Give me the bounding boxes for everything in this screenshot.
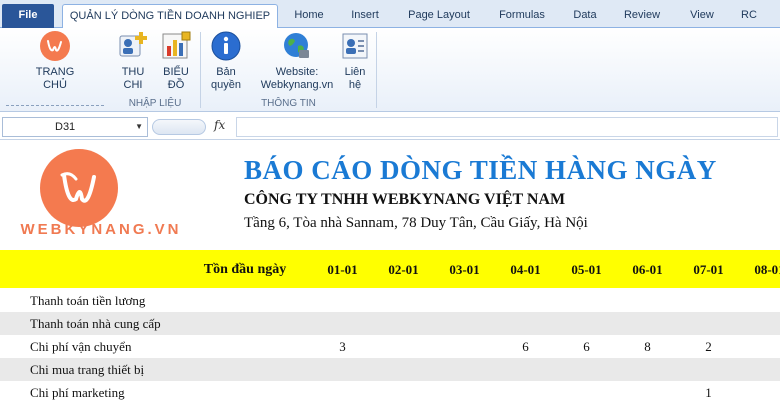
tab-data[interactable]: Data	[566, 4, 604, 28]
globe-icon	[281, 30, 313, 62]
table-cell[interactable]: 3	[312, 335, 373, 359]
bieu-do-button[interactable]: BIỂU ĐỒ	[156, 30, 196, 92]
date-header-2[interactable]: 02-01	[373, 250, 434, 288]
table-row: Chi phí marketing 1	[0, 381, 780, 404]
tab-formulas[interactable]: Formulas	[491, 4, 553, 28]
tab-rc[interactable]: RC	[734, 4, 764, 28]
ribbon-group-thong-tin: Bản quyền Website: Webkynang.vn Liên hệ …	[201, 28, 376, 112]
table-header-row: Tồn đầu ngày 01-01 02-01 03-01 04-01 05-01 06…	[0, 250, 780, 288]
tab-cashflow-management[interactable]: QUẢN LÝ DÒNG TIỀN DOANH NGHIEP	[62, 4, 278, 29]
insert-function-icon[interactable]: fx	[214, 118, 225, 132]
tab-review[interactable]: Review	[617, 4, 667, 28]
add-user-icon	[117, 30, 149, 62]
ribbon-group-home: TRANG CHỦ	[0, 28, 110, 112]
date-header-4[interactable]: 04-01	[495, 250, 556, 288]
worksheet[interactable]: WEBKYNANG.VN BÁO CÁO DÒNG TIỀN HÀNG NGÀY…	[0, 141, 780, 404]
group-dashed-divider	[6, 105, 104, 106]
report-title: BÁO CÁO DÒNG TIỀN HÀNG NGÀY	[244, 155, 717, 185]
date-header-8[interactable]: 08-01	[739, 250, 780, 288]
ribbon-group-nhap-lieu: THU CHI BIỂU ĐỒ NHẬP LIỆU	[110, 28, 200, 112]
info-icon	[210, 30, 242, 62]
logo-text: WEBKYNANG.VN	[20, 221, 182, 238]
website-button[interactable]: Website: Webkynang.vn	[257, 30, 337, 92]
name-box[interactable]: D31 ▼	[2, 117, 148, 137]
ban-quyen-button[interactable]: Bản quyền	[207, 30, 245, 92]
chart-icon	[160, 30, 192, 62]
row-label[interactable]: Thanh toán tiền lương	[30, 289, 145, 313]
lien-he-button[interactable]: Liên hệ	[337, 30, 373, 92]
ribbon-tab-bar: File QUẢN LÝ DÒNG TIỀN DOANH NGHIEP Home…	[0, 0, 780, 29]
tab-file[interactable]: File	[2, 4, 54, 28]
chevron-down-icon[interactable]: ▼	[135, 118, 143, 136]
webkynang-logo	[40, 149, 118, 227]
date-header-3[interactable]: 03-01	[434, 250, 495, 288]
table-cell[interactable]: 6	[556, 335, 617, 359]
date-header-6[interactable]: 06-01	[617, 250, 678, 288]
formula-input[interactable]	[236, 117, 778, 137]
company-address: Tầng 6, Tòa nhà Sannam, 78 Duy Tân, Cầu …	[244, 215, 588, 231]
logo-mark-icon	[60, 172, 96, 203]
row-label[interactable]: Chi phí vận chuyển	[30, 335, 131, 359]
table-cell[interactable]: 2	[678, 335, 739, 359]
table-cell[interactable]: 8	[617, 335, 678, 359]
thu-chi-button[interactable]: THU CHI	[114, 30, 152, 92]
table-row: Chi phí vận chuyển 3 6 6 8 2	[0, 335, 780, 358]
tab-view[interactable]: View	[683, 4, 721, 28]
table-row: Thanh toán tiền lương	[0, 289, 780, 312]
date-header-7[interactable]: 07-01	[678, 250, 739, 288]
table-row: Chi mua trang thiết bị	[0, 358, 780, 381]
row-label[interactable]: Chi phí marketing	[30, 381, 125, 404]
company-name: CÔNG TY TNHH WEBKYNANG VIỆT NAM	[244, 191, 566, 208]
table-row: Thanh toán nhà cung cấp	[0, 312, 780, 335]
group-label-nhap-lieu: NHẬP LIỆU	[128, 98, 182, 109]
row-label[interactable]: Thanh toán nhà cung cấp	[30, 312, 161, 336]
webkynang-logo-icon	[39, 30, 71, 62]
row-label[interactable]: Chi mua trang thiết bị	[30, 358, 144, 382]
tab-home[interactable]: Home	[287, 4, 331, 28]
contact-card-icon	[339, 30, 371, 62]
date-header-1[interactable]: 01-01	[312, 250, 373, 288]
date-header-5[interactable]: 05-01	[556, 250, 617, 288]
formula-bar-resize-handle[interactable]	[152, 119, 206, 135]
table-cell[interactable]: 6	[495, 335, 556, 359]
table-cell[interactable]: 1	[678, 381, 739, 404]
group-separator	[376, 32, 377, 108]
tab-page-layout[interactable]: Page Layout	[402, 4, 476, 28]
opening-balance-header[interactable]: Tồn đầu ngày	[190, 250, 300, 288]
formula-bar: D31 ▼ fx	[0, 114, 780, 140]
tab-insert[interactable]: Insert	[343, 4, 387, 28]
group-label-thong-tin: THÔNG TIN	[261, 98, 316, 109]
home-button[interactable]: TRANG CHỦ	[22, 30, 88, 92]
ribbon: TRANG CHỦ THU CHI BIỂU ĐỒ NHẬP LIỆU Bản …	[0, 28, 780, 112]
